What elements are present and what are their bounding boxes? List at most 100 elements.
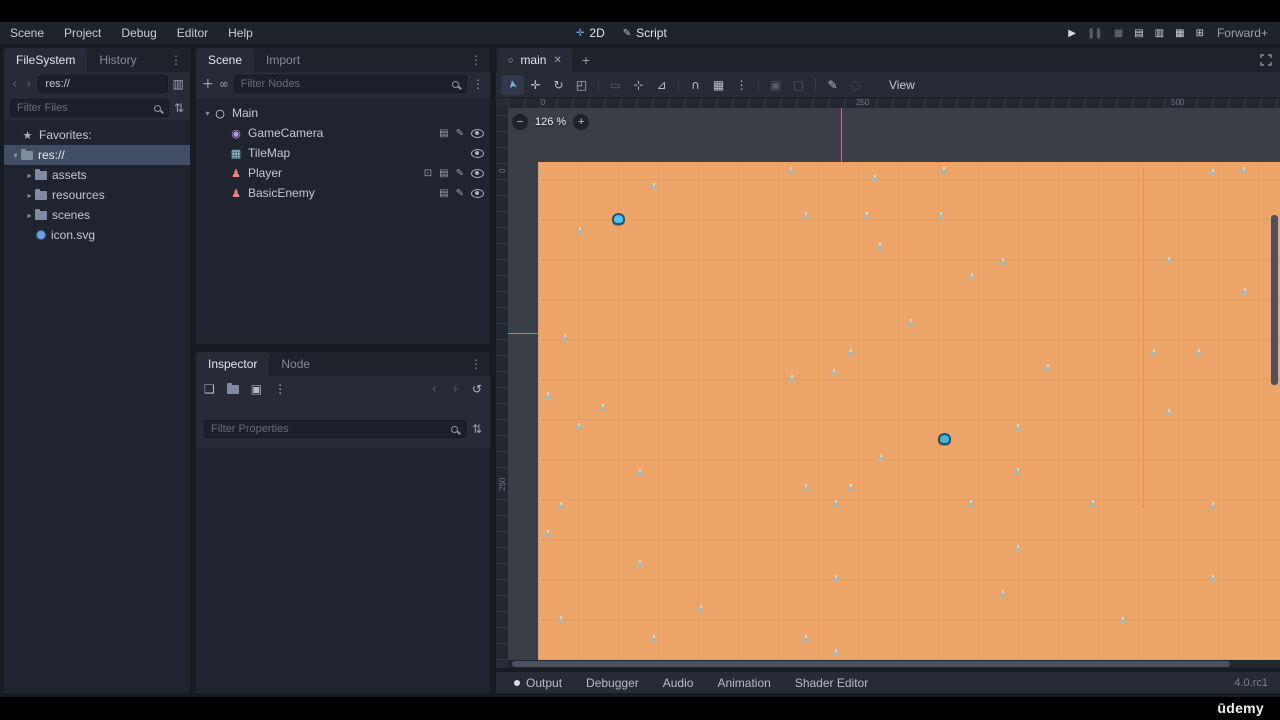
chevron-down-icon[interactable]: ▾	[202, 109, 213, 118]
zoom-in-button[interactable]: +	[573, 114, 590, 130]
scene-tab-main[interactable]: ○ main ✕	[498, 48, 572, 72]
play-button[interactable]: ▶	[1068, 28, 1076, 39]
back-icon[interactable]: ‹	[10, 77, 19, 92]
forward-icon[interactable]: ›	[24, 77, 33, 92]
snap-options-menu[interactable]: ⋮	[730, 75, 753, 95]
workspace-script[interactable]: ✎ Script	[623, 26, 667, 40]
ruler-tool[interactable]: ⊿	[650, 75, 673, 95]
rotate-tool[interactable]: ↻	[547, 75, 570, 95]
player-sprite[interactable]	[612, 213, 625, 225]
close-icon[interactable]: ✕	[553, 55, 561, 66]
filesystem-tab-filesystem[interactable]: FileSystem	[4, 48, 88, 72]
menu-project[interactable]: Project	[54, 22, 111, 44]
fs-item-resources[interactable]: ▸ resources	[4, 185, 190, 205]
save-resource-icon[interactable]: ▣	[251, 382, 262, 396]
menu-scene[interactable]: Scene	[0, 22, 54, 44]
list-select-tool[interactable]: ▭	[604, 75, 627, 95]
movie-mode-button[interactable]: ▦	[1175, 28, 1185, 39]
script-icon[interactable]: ✎	[456, 128, 464, 139]
add-node-button[interactable]: +	[202, 77, 214, 91]
menu-help[interactable]: Help	[218, 22, 263, 44]
visibility-icon[interactable]	[471, 188, 484, 198]
filesystem-menu-icon[interactable]: ⋮	[162, 48, 190, 72]
chevron-right-icon[interactable]: ▸	[24, 191, 35, 200]
add-scene-tab-button[interactable]: +	[572, 52, 600, 68]
scene-node-tilemap[interactable]: ▦ TileMap	[196, 143, 490, 163]
fs-item-scenes[interactable]: ▸ scenes	[4, 205, 190, 225]
history-back-icon[interactable]: ‹	[430, 382, 439, 397]
sort-files-icon[interactable]: ⇅	[174, 102, 184, 114]
move-tool[interactable]: ✛	[524, 75, 547, 95]
filter-properties-input[interactable]	[204, 420, 466, 438]
scene-node-basicenemy[interactable]: ♟ BasicEnemy ▤ ✎	[196, 183, 490, 203]
visibility-icon[interactable]	[471, 168, 484, 178]
bottom-tab-animation[interactable]: Animation	[705, 672, 782, 693]
play-custom-scene-button[interactable]: ▥	[1155, 28, 1165, 39]
canvas-viewport[interactable]: − 126 % +	[508, 108, 1280, 660]
visibility-icon[interactable]	[471, 148, 484, 158]
bottom-tab-audio[interactable]: Audio	[651, 672, 706, 693]
inspector-tab-node[interactable]: Node	[269, 352, 322, 376]
slot-icon[interactable]: ⊡	[424, 168, 432, 179]
pause-button[interactable]: ❚❚	[1087, 28, 1103, 39]
menu-debug[interactable]: Debug	[111, 22, 166, 44]
filter-files-input[interactable]	[10, 99, 169, 117]
group-toggle[interactable]: ✎	[821, 75, 844, 95]
inspector-menu-icon[interactable]: ⋮	[462, 352, 490, 376]
zoom-out-button[interactable]: −	[512, 114, 528, 130]
chevron-down-icon[interactable]: ▾	[10, 151, 21, 160]
instance-scene-button[interactable]: ∞	[219, 78, 229, 90]
inspector-tab-inspector[interactable]: Inspector	[196, 352, 270, 376]
workspace-2d[interactable]: ✛ 2D	[576, 26, 605, 40]
scene-node-main[interactable]: ▾ ○ Main	[196, 103, 490, 123]
scene-menu-icon[interactable]: ⋮	[462, 48, 490, 72]
chevron-right-icon[interactable]: ▸	[24, 211, 35, 220]
menu-editor[interactable]: Editor	[167, 22, 218, 44]
fs-item-res[interactable]: ▾ res://	[4, 145, 190, 165]
resource-menu-icon[interactable]: ⋮	[274, 382, 286, 396]
renderer-selector[interactable]: Forward+	[1217, 26, 1268, 40]
distraction-free-icon[interactable]	[1260, 54, 1272, 66]
horizontal-scrollbar[interactable]	[512, 661, 1230, 667]
visibility-icon[interactable]	[471, 128, 484, 138]
view-menu[interactable]: View	[881, 78, 923, 92]
select-tool[interactable]: ➤	[501, 74, 524, 95]
enemy-sprite[interactable]	[938, 433, 951, 445]
scene-tab-import[interactable]: Import	[254, 48, 312, 72]
fs-item-assets[interactable]: ▸ assets	[4, 165, 190, 185]
grid-snap-toggle[interactable]: ▦	[707, 75, 730, 95]
fs-item-icon-svg[interactable]: icon.svg	[4, 225, 190, 245]
history-forward-icon[interactable]: ›	[451, 382, 460, 397]
scene-node-gamecamera[interactable]: ◉ GameCamera ▤ ✎	[196, 123, 490, 143]
lock-toggle[interactable]: ▣	[764, 75, 787, 95]
vertical-scrollbar[interactable]	[1271, 215, 1278, 385]
skeleton-options[interactable]: ◌	[844, 75, 867, 95]
script-icon[interactable]: ✎	[456, 188, 464, 199]
zoom-level[interactable]: 126 %	[535, 116, 566, 128]
property-sort-icon[interactable]: ⇅	[472, 423, 482, 435]
scene-tree-menu-icon[interactable]: ⋮	[472, 78, 484, 90]
fs-item-favorites[interactable]: ★ Favorites:	[4, 125, 190, 145]
filter-nodes-input[interactable]	[233, 75, 467, 93]
pan-tool[interactable]: ⊹	[627, 75, 650, 95]
film-icon[interactable]: ▤	[439, 168, 448, 179]
split-view-icon[interactable]: ▥	[173, 78, 184, 90]
new-resource-icon[interactable]: ❏	[204, 382, 215, 396]
bottom-tab-output[interactable]: Output	[502, 672, 574, 693]
chevron-right-icon[interactable]: ▸	[24, 171, 35, 180]
path-input[interactable]	[38, 75, 168, 93]
scene-tab-scene[interactable]: Scene	[196, 48, 255, 72]
filesystem-tab-history[interactable]: History	[87, 48, 148, 72]
unlock-toggle[interactable]: ▢	[787, 75, 810, 95]
history-icon[interactable]: ↺	[472, 382, 482, 396]
script-icon[interactable]: ✎	[456, 168, 464, 179]
bottom-tab-debugger[interactable]: Debugger	[574, 672, 651, 693]
scene-node-player[interactable]: ♟ Player ⊡ ▤ ✎	[196, 163, 490, 183]
run-instances-button[interactable]: ⊞	[1196, 28, 1204, 39]
bottom-tab-shader-editor[interactable]: Shader Editor	[783, 672, 880, 693]
play-scene-button[interactable]: ▤	[1134, 28, 1144, 39]
load-resource-icon[interactable]	[226, 382, 239, 394]
tilemap-canvas[interactable]	[538, 162, 1280, 660]
scale-tool[interactable]: ◰	[570, 75, 593, 95]
smart-snap-toggle[interactable]: ∩	[684, 75, 707, 95]
